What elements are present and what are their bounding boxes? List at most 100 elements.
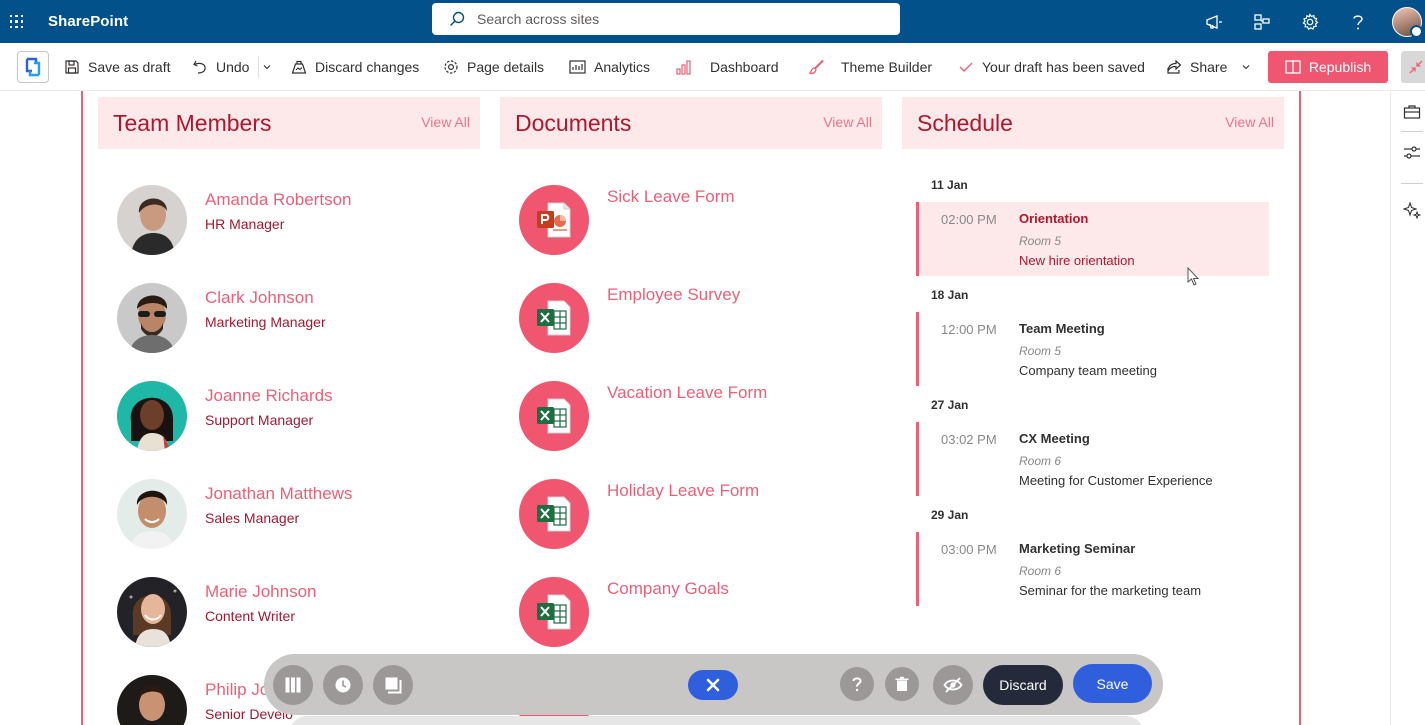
app-name[interactable]: SharePoint xyxy=(48,13,128,30)
document-item[interactable]: Vacation Leave Form xyxy=(519,381,767,451)
avatar xyxy=(117,577,187,647)
schedule-event[interactable]: 12:00 PM Team Meeting Room 5 Company tea… xyxy=(916,312,1269,386)
document-name: Sick Leave Form xyxy=(607,187,735,206)
collapse-icon xyxy=(1409,60,1423,74)
chevron-down-icon xyxy=(1242,65,1250,70)
close-icon xyxy=(706,678,720,692)
member-name: Marie Johnson xyxy=(205,582,317,601)
event-title: Marketing Seminar xyxy=(1019,541,1136,556)
event-description: Seminar for the marketing team xyxy=(1019,583,1202,598)
undo-dropdown[interactable] xyxy=(258,56,280,78)
event-time: 03:00 PM xyxy=(941,542,997,557)
discard-icon xyxy=(291,60,307,74)
suite-icons xyxy=(1190,0,1425,43)
close-button[interactable] xyxy=(688,670,738,700)
rail-divider xyxy=(1401,183,1423,184)
analytics-button[interactable]: Analytics xyxy=(569,43,650,91)
dashboard-label: Dashboard xyxy=(710,59,779,75)
excel-icon xyxy=(519,479,589,549)
member-role: Content Writer xyxy=(205,608,295,624)
schedule-event[interactable]: 02:00 PM Orientation Room 5 New hire ori… xyxy=(916,202,1269,276)
app-logo[interactable] xyxy=(17,50,49,83)
draft-status-label: Your draft has been saved xyxy=(982,59,1145,75)
megaphone-icon[interactable] xyxy=(1190,0,1238,43)
event-room: Room 6 xyxy=(1019,454,1062,468)
discard-button[interactable]: Discard xyxy=(983,665,1063,705)
team-member[interactable]: Jonathan Matthews Sales Manager xyxy=(117,479,352,549)
help-icon xyxy=(852,677,862,692)
document-item[interactable]: Employee Survey xyxy=(519,283,740,353)
event-time: 02:00 PM xyxy=(941,212,997,227)
discard-changes-label: Discard changes xyxy=(315,59,420,75)
help-icon[interactable] xyxy=(1334,0,1382,43)
theme-builder-label: Theme Builder xyxy=(841,59,933,75)
share-label: Share xyxy=(1190,59,1228,75)
avatar xyxy=(117,479,187,549)
team-member[interactable]: Marie Johnson Content Writer xyxy=(117,577,317,647)
save-icon xyxy=(65,60,79,74)
republish-button[interactable]: Republish xyxy=(1268,51,1388,83)
team-member[interactable]: Clark Johnson Marketing Manager xyxy=(117,283,326,353)
columns-button[interactable] xyxy=(273,665,313,705)
view-all-link[interactable]: View All xyxy=(823,114,872,130)
analytics-label: Analytics xyxy=(594,59,651,75)
page-details-button[interactable]: Page details xyxy=(443,43,544,91)
team-member[interactable]: Joanne Richards Support Manager xyxy=(117,381,333,451)
undo-button[interactable]: Undo xyxy=(192,43,249,91)
collapse-button[interactable] xyxy=(1401,51,1425,83)
member-name: Jonathan Matthews xyxy=(205,484,353,503)
document-name: Vacation Leave Form xyxy=(607,383,768,402)
schedule-header: Schedule View All xyxy=(902,97,1284,149)
avatar xyxy=(117,675,187,725)
gear-icon xyxy=(444,60,458,74)
republish-label: Republish xyxy=(1308,59,1372,75)
hide-button[interactable] xyxy=(933,665,973,705)
view-all-link[interactable]: View All xyxy=(421,114,470,130)
toolbox-icon[interactable] xyxy=(1403,103,1421,121)
search-icon xyxy=(450,11,465,26)
document-item[interactable]: Sick Leave Form xyxy=(519,185,735,255)
search-box[interactable]: Search across sites xyxy=(432,3,900,35)
documents-section: Documents View All xyxy=(500,97,882,149)
event-description: New hire orientation xyxy=(1019,253,1135,268)
sparkle-icon[interactable] xyxy=(1403,201,1421,219)
schedule-event[interactable]: 03:00 PM Marketing Seminar Room 6 Semina… xyxy=(916,532,1269,606)
history-button[interactable] xyxy=(323,665,363,705)
event-time: 12:00 PM xyxy=(941,322,997,337)
dashboard-button[interactable]: Dashboard xyxy=(676,43,779,91)
event-title: CX Meeting xyxy=(1019,431,1090,446)
trash-icon xyxy=(895,676,909,691)
discard-changes-button[interactable]: Discard changes xyxy=(291,43,419,91)
columns-icon xyxy=(285,677,301,693)
save-as-draft-label: Save as draft xyxy=(88,59,171,75)
schedule-section: Schedule View All 11 Jan 02:00 PM Orient… xyxy=(902,97,1284,606)
member-role: Support Manager xyxy=(205,412,314,428)
help-button[interactable] xyxy=(840,667,874,701)
save-as-draft-button[interactable]: Save as draft xyxy=(64,43,171,91)
sliders-icon[interactable] xyxy=(1403,144,1421,162)
search-input[interactable]: Search across sites xyxy=(477,11,599,27)
document-name: Company Goals xyxy=(607,579,729,598)
draft-status: Your draft has been saved xyxy=(958,43,1145,91)
member-role: HR Manager xyxy=(205,216,285,232)
share-button[interactable]: Share xyxy=(1166,43,1259,91)
schedule-date: 27 Jan xyxy=(931,398,969,412)
member-name: Amanda Robertson xyxy=(205,190,352,209)
delete-button[interactable] xyxy=(885,667,919,701)
document-name: Employee Survey xyxy=(607,285,741,304)
copy-button[interactable] xyxy=(373,665,413,705)
member-name: Clark Johnson xyxy=(205,288,314,307)
schedule-event[interactable]: 03:02 PM CX Meeting Room 6 Meeting for C… xyxy=(916,422,1269,496)
view-all-link[interactable]: View All xyxy=(1225,114,1274,130)
event-room: Room 6 xyxy=(1019,564,1062,578)
team-member[interactable]: Amanda Robertson HR Manager xyxy=(117,185,351,255)
user-avatar[interactable] xyxy=(1392,6,1423,38)
save-button[interactable]: Save xyxy=(1073,664,1152,703)
document-item[interactable]: Company Goals xyxy=(519,577,729,647)
section-title: Documents xyxy=(515,109,632,136)
theme-builder-button[interactable]: Theme Builder xyxy=(808,43,932,91)
app-launcher-button[interactable] xyxy=(0,0,33,43)
org-chart-icon[interactable] xyxy=(1238,0,1286,43)
gear-icon[interactable] xyxy=(1286,0,1334,43)
document-item[interactable]: Holiday Leave Form xyxy=(519,479,759,549)
